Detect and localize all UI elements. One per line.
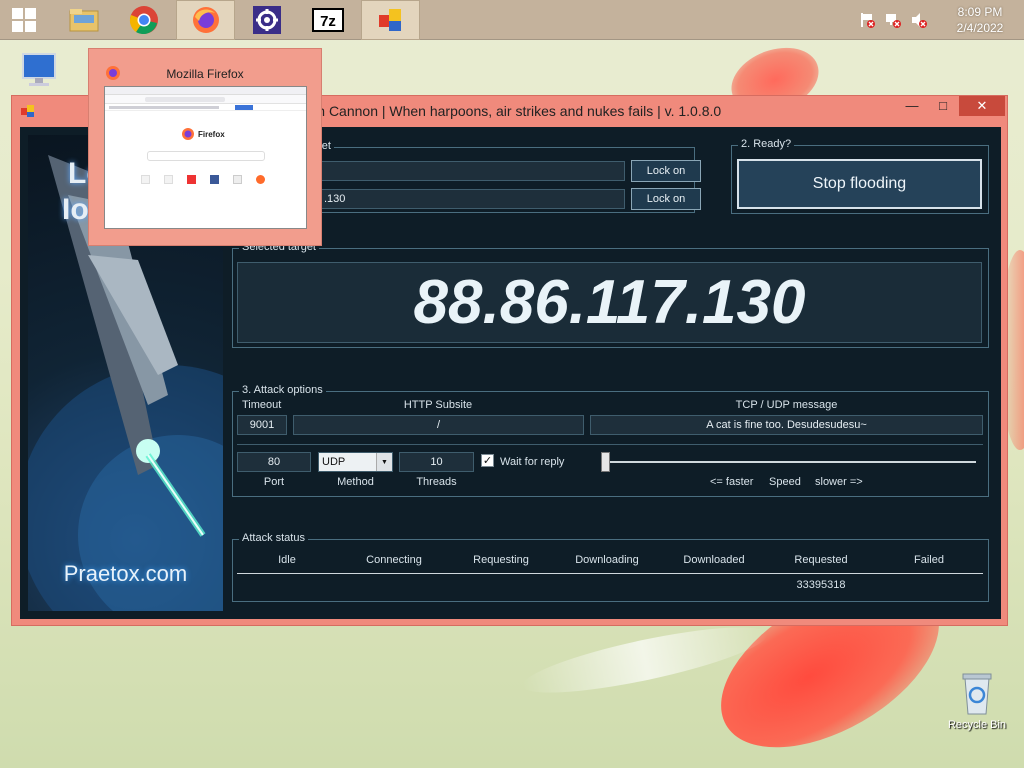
port-input[interactable]: 80 xyxy=(237,452,311,472)
firefox-icon xyxy=(182,128,194,140)
selected-target-group: Selected target 88.86.117.130 xyxy=(232,241,989,348)
taskbar-chrome[interactable] xyxy=(116,0,172,40)
preview-top-sites xyxy=(141,175,265,184)
ready-title: 2. Ready? xyxy=(738,138,795,150)
status-header-requesting: Requesting xyxy=(473,554,529,566)
taskbar-file-explorer[interactable] xyxy=(56,0,112,40)
speed-slider-thumb[interactable] xyxy=(601,452,610,472)
start-button[interactable] xyxy=(0,0,48,40)
7zip-icon: 7z xyxy=(312,8,344,32)
loic-app-icon xyxy=(378,9,401,31)
system-tray: 8:09 PM 2/4/2022 xyxy=(858,0,1024,40)
status-divider xyxy=(237,573,983,574)
status-header-connecting: Connecting xyxy=(366,554,422,566)
status-header-idle: Idle xyxy=(278,554,296,566)
clock-time: 8:09 PM xyxy=(957,5,1003,19)
status-header-downloaded: Downloaded xyxy=(683,554,745,566)
method-select[interactable]: UDP ▼ xyxy=(318,452,393,472)
attack-options-group: 3. Attack options Timeout HTTP Subsite T… xyxy=(232,384,989,497)
folder-icon xyxy=(69,9,99,32)
attack-status-title: Attack status xyxy=(239,532,308,544)
url-input[interactable] xyxy=(321,161,625,181)
status-value-requested: 33395318 xyxy=(796,579,846,591)
ready-group: 2. Ready? Stop flooding xyxy=(731,138,989,214)
firefox-taskbar-preview[interactable]: Mozilla Firefox Firefox xyxy=(88,48,322,246)
preview-title: Mozilla Firefox xyxy=(166,67,244,81)
wait-for-reply-label: Wait for reply xyxy=(500,456,565,468)
http-subsite-label: HTTP Subsite xyxy=(403,399,473,411)
status-header-failed: Failed xyxy=(914,554,944,566)
speed-faster-label: <= faster xyxy=(710,476,754,488)
method-label: Method xyxy=(337,476,374,488)
http-subsite-input[interactable]: / xyxy=(293,415,584,435)
clock-date: 2/4/2022 xyxy=(956,21,1004,35)
stop-flooding-button[interactable]: Stop flooding xyxy=(737,159,982,209)
selected-target-value: 88.86.117.130 xyxy=(237,262,982,343)
status-header-downloading: Downloading xyxy=(575,554,639,566)
threads-label: Threads xyxy=(416,476,457,488)
url-lock-on-button[interactable]: Lock on xyxy=(631,160,701,182)
preview-firefox-label: Firefox xyxy=(198,129,225,139)
chevron-down-icon[interactable]: ▼ xyxy=(376,453,392,471)
windows-logo-icon xyxy=(12,8,36,32)
taskbar-settings[interactable] xyxy=(239,0,295,40)
timeout-label: Timeout xyxy=(242,399,282,411)
attack-options-title: 3. Attack options xyxy=(239,384,326,396)
desktop-icon-this-pc[interactable] xyxy=(14,50,64,93)
computer-icon xyxy=(22,53,56,86)
timeout-input[interactable]: 9001 xyxy=(237,415,287,435)
threads-input[interactable]: 10 xyxy=(399,452,474,472)
method-value: UDP xyxy=(322,456,346,468)
recycle-bin-label: Recycle Bin xyxy=(947,719,1007,731)
taskbar-loic[interactable] xyxy=(361,0,420,40)
tcp-udp-message-label: TCP / UDP message xyxy=(735,399,838,411)
gear-icon xyxy=(253,6,281,34)
preview-thumbnail: Firefox xyxy=(104,86,307,229)
wait-for-reply-checkbox[interactable]: ✓ xyxy=(481,454,494,467)
preview-address-bar xyxy=(105,95,306,104)
flag-alert-icon[interactable] xyxy=(858,11,876,29)
attack-status-group: Attack status Idle Connecting Requesting Do… xyxy=(232,532,990,602)
status-header-row: Idle Connecting Requesting Downloading Downl… xyxy=(233,554,990,568)
preview-tab-strip xyxy=(105,87,306,95)
chrome-icon xyxy=(129,6,158,35)
praetox-link[interactable]: Praetox.com xyxy=(28,561,223,587)
maximize-button[interactable]: □ xyxy=(929,96,957,116)
network-alert-icon[interactable] xyxy=(884,11,902,29)
ip-input[interactable]: .130 xyxy=(321,189,625,209)
speed-label: Speed xyxy=(769,476,801,488)
options-divider xyxy=(237,444,983,445)
minimize-button[interactable]: — xyxy=(898,96,926,116)
preview-search-box xyxy=(147,151,265,161)
speed-slider-track[interactable] xyxy=(601,461,976,463)
tcp-udp-message-input[interactable]: A cat is fine too. Desudesudesu~ xyxy=(590,415,983,435)
taskbar: 7z 8:09 PM 2/4/2022 xyxy=(0,0,1024,40)
firefox-icon xyxy=(192,7,219,33)
recycle-bin-icon xyxy=(962,673,992,715)
volume-muted-icon[interactable] xyxy=(910,11,928,29)
port-label: Port xyxy=(263,476,285,488)
ip-lock-on-button[interactable]: Lock on xyxy=(631,188,701,210)
close-button[interactable]: ✕ xyxy=(959,96,1005,116)
taskbar-firefox[interactable] xyxy=(176,0,235,40)
status-value-row: 33395318 xyxy=(233,579,990,593)
taskbar-7zip[interactable]: 7z xyxy=(299,0,357,40)
preview-notification-bar xyxy=(105,104,306,111)
svg-text:7z: 7z xyxy=(320,13,336,30)
taskbar-clock[interactable]: 8:09 PM 2/4/2022 xyxy=(936,4,1024,36)
speed-slower-label: slower => xyxy=(815,476,863,488)
preview-firefox-brand: Firefox xyxy=(181,127,225,141)
status-header-requested: Requested xyxy=(794,554,848,566)
desktop-icon-recycle-bin[interactable]: Recycle Bin xyxy=(942,670,1012,731)
